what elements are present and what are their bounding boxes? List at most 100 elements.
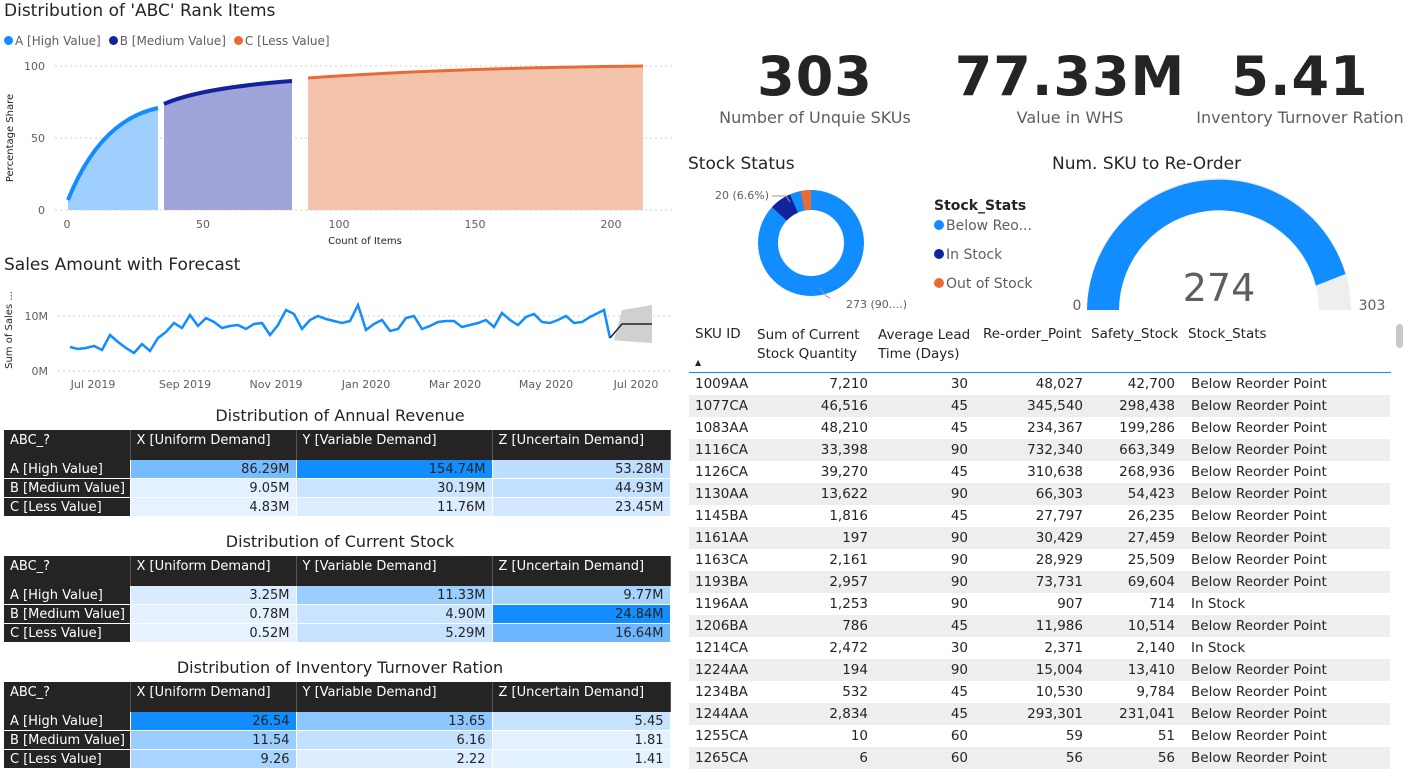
- scrollbar-thumb[interactable]: [1396, 324, 1403, 348]
- matrix-cell[interactable]: 26.54: [130, 712, 297, 731]
- table-row[interactable]: 1214CA 2,472 30 2,371 2,140 In Stock: [689, 637, 1390, 659]
- table-row[interactable]: 1130AA 13,622 90 66,303 54,423 Below Reorder …: [689, 483, 1390, 505]
- table-row[interactable]: 1193BA 2,957 90 73,731 69,604 Below Reorder P…: [689, 571, 1390, 593]
- legend-item-c[interactable]: C [Less Value]: [233, 34, 330, 48]
- row-header[interactable]: A [High Value]: [4, 712, 131, 731]
- area-b[interactable]: [164, 81, 292, 210]
- matrix-cell[interactable]: 44.93M: [492, 478, 671, 498]
- matrix-cell[interactable]: 2.22: [296, 749, 493, 769]
- matrix-cell[interactable]: 11.76M: [296, 497, 493, 517]
- table-cell: 1224AA: [689, 659, 755, 681]
- table-row[interactable]: 1206BA 786 45 11,986 10,514 Below Reorder Poi…: [689, 615, 1390, 637]
- row-header[interactable]: B [Medium Value]: [4, 478, 131, 498]
- table-cell: 90: [874, 483, 974, 505]
- matrix-cell[interactable]: 24.84M: [492, 604, 671, 624]
- column-header[interactable]: Z [Uncertain Demand]: [492, 556, 671, 586]
- column-header[interactable]: Y [Variable Demand]: [296, 682, 493, 712]
- column-header[interactable]: SKU ID: [695, 326, 741, 342]
- table-row[interactable]: 1083AA 48,210 45 234,367 199,286 Below Reorde…: [689, 417, 1390, 439]
- matrix-cell[interactable]: 13.65: [296, 712, 493, 731]
- legend-label: B [Medium Value]: [119, 34, 226, 48]
- legend-item-outofstock[interactable]: Out of Stock: [934, 276, 1033, 305]
- table-row[interactable]: 1234BA 532 45 10,530 9,784 Below Reorder Poin…: [689, 681, 1390, 703]
- column-header[interactable]: X [Uniform Demand]: [130, 682, 297, 712]
- matrix-cell[interactable]: 9.77M: [492, 586, 671, 605]
- table-row[interactable]: 1265CA 6 60 56 56 Below Reorder Point: [689, 747, 1390, 769]
- column-header[interactable]: Safety_Stock: [1091, 326, 1178, 342]
- table-row[interactable]: 1126CA 39,270 45 310,638 268,936 Below Reorde…: [689, 461, 1390, 483]
- table-row[interactable]: 1145BA 1,816 45 27,797 26,235 Below Reorder P…: [689, 505, 1390, 527]
- row-header[interactable]: C [Less Value]: [4, 497, 131, 517]
- table-cell: 1116CA: [689, 439, 755, 461]
- column-header[interactable]: Z [Uncertain Demand]: [492, 430, 671, 460]
- table-row[interactable]: 1009AA 7,210 30 48,027 42,700 Below Reorder P…: [689, 373, 1390, 395]
- row-header[interactable]: B [Medium Value]: [4, 730, 131, 750]
- sort-arrow-icon[interactable]: ▲: [695, 358, 701, 367]
- column-header[interactable]: ABC_?: [4, 430, 131, 460]
- stock-status-donut: 20 (6.6%) 273 (90....): [715, 189, 907, 311]
- matrix-cell[interactable]: 3.25M: [130, 586, 297, 605]
- matrix-cell[interactable]: 86.29M: [130, 460, 297, 479]
- matrix-cell[interactable]: 23.45M: [492, 497, 671, 517]
- matrix-cell[interactable]: 9.26: [130, 749, 297, 769]
- matrix-cell[interactable]: 11.54: [130, 730, 297, 750]
- column-header[interactable]: Y [Variable Demand]: [296, 430, 493, 460]
- table-row[interactable]: 1163CA 2,161 90 28,929 25,509 Below Reorder P…: [689, 549, 1390, 571]
- legend-item-instock[interactable]: In Stock: [934, 247, 1033, 276]
- kpi-value: 5.41: [1231, 45, 1369, 108]
- column-header[interactable]: Re-order_Point: [983, 326, 1081, 342]
- row-header[interactable]: A [High Value]: [4, 460, 131, 479]
- legend-item-a[interactable]: A [High Value]: [4, 34, 101, 48]
- column-header[interactable]: ABC_?: [4, 682, 131, 712]
- table-cell: Below Reorder Point: [1191, 552, 1327, 568]
- legend-item-below[interactable]: Below Reo...: [934, 218, 1033, 247]
- column-header[interactable]: ABC_?: [4, 556, 131, 586]
- matrix-cell[interactable]: 16.64M: [492, 623, 671, 643]
- matrix-cell[interactable]: 5.29M: [296, 623, 493, 643]
- matrix-cell[interactable]: 6.16: [296, 730, 493, 750]
- table-cell: 268,936: [1119, 464, 1175, 480]
- table-row[interactable]: 1161AA 197 90 30,429 27,459 Below Reorder Poi…: [689, 527, 1390, 549]
- column-header[interactable]: Average Lead Time (Days): [878, 326, 973, 364]
- sales-line[interactable]: [69, 301, 612, 355]
- matrix-cell[interactable]: 9.05M: [130, 478, 297, 498]
- matrix-cell[interactable]: 0.52M: [130, 623, 297, 643]
- column-header[interactable]: Z [Uncertain Demand]: [492, 682, 671, 712]
- matrix-cell[interactable]: 5.45: [492, 712, 671, 731]
- area-c[interactable]: [308, 66, 643, 210]
- column-header[interactable]: Sum of Current Stock Quantity: [757, 326, 867, 364]
- legend-dot-icon: [4, 36, 13, 45]
- matrix-cell[interactable]: 53.28M: [492, 460, 671, 479]
- table-cell: 48,210: [820, 420, 868, 436]
- table-row[interactable]: 1196AA 1,253 90 907 714 In Stock: [689, 593, 1390, 615]
- column-header[interactable]: X [Uniform Demand]: [130, 556, 297, 586]
- table-row[interactable]: 1255CA 10 60 59 51 Below Reorder Point: [689, 725, 1390, 747]
- matrix-cell[interactable]: 1.41: [492, 749, 671, 769]
- table-cell: 48,027: [1035, 376, 1083, 392]
- matrix-cell[interactable]: 0.78M: [130, 604, 297, 624]
- row-header[interactable]: C [Less Value]: [4, 623, 131, 643]
- kpi-label: Inventory Turnover Ration: [1196, 108, 1404, 127]
- matrix-cell[interactable]: 4.90M: [296, 604, 493, 624]
- stock-status-title: Stock Status: [688, 154, 795, 174]
- table-row[interactable]: 1116CA 33,398 90 732,340 663,349 Below Reorde…: [689, 439, 1390, 461]
- column-header[interactable]: Stock_Stats: [1188, 326, 1267, 342]
- table-cell: 90: [950, 552, 968, 568]
- column-header[interactable]: X [Uniform Demand]: [130, 430, 297, 460]
- table-row[interactable]: 1077CA 46,516 45 345,540 298,438 Below Reorde…: [689, 395, 1390, 417]
- table-row[interactable]: 1224AA 194 90 15,004 13,410 Below Reorder Poi…: [689, 659, 1390, 681]
- legend-dot-icon: [934, 249, 944, 259]
- matrix-cell[interactable]: 30.19M: [296, 478, 493, 498]
- column-header[interactable]: Y [Variable Demand]: [296, 556, 493, 586]
- matrix-cell[interactable]: 1.81: [492, 730, 671, 750]
- matrix-cell[interactable]: 4.83M: [130, 497, 297, 517]
- row-header[interactable]: B [Medium Value]: [4, 604, 131, 624]
- matrix-cell[interactable]: 154.74M: [296, 460, 493, 479]
- row-header[interactable]: C [Less Value]: [4, 749, 131, 769]
- table-cell: 46,516: [755, 395, 874, 417]
- area-a[interactable]: [68, 108, 158, 210]
- table-row[interactable]: 1244AA 2,834 45 293,301 231,041 Below Reorder…: [689, 703, 1390, 725]
- matrix-cell[interactable]: 11.33M: [296, 586, 493, 605]
- row-header[interactable]: A [High Value]: [4, 586, 131, 605]
- legend-item-b[interactable]: B [Medium Value]: [108, 34, 226, 48]
